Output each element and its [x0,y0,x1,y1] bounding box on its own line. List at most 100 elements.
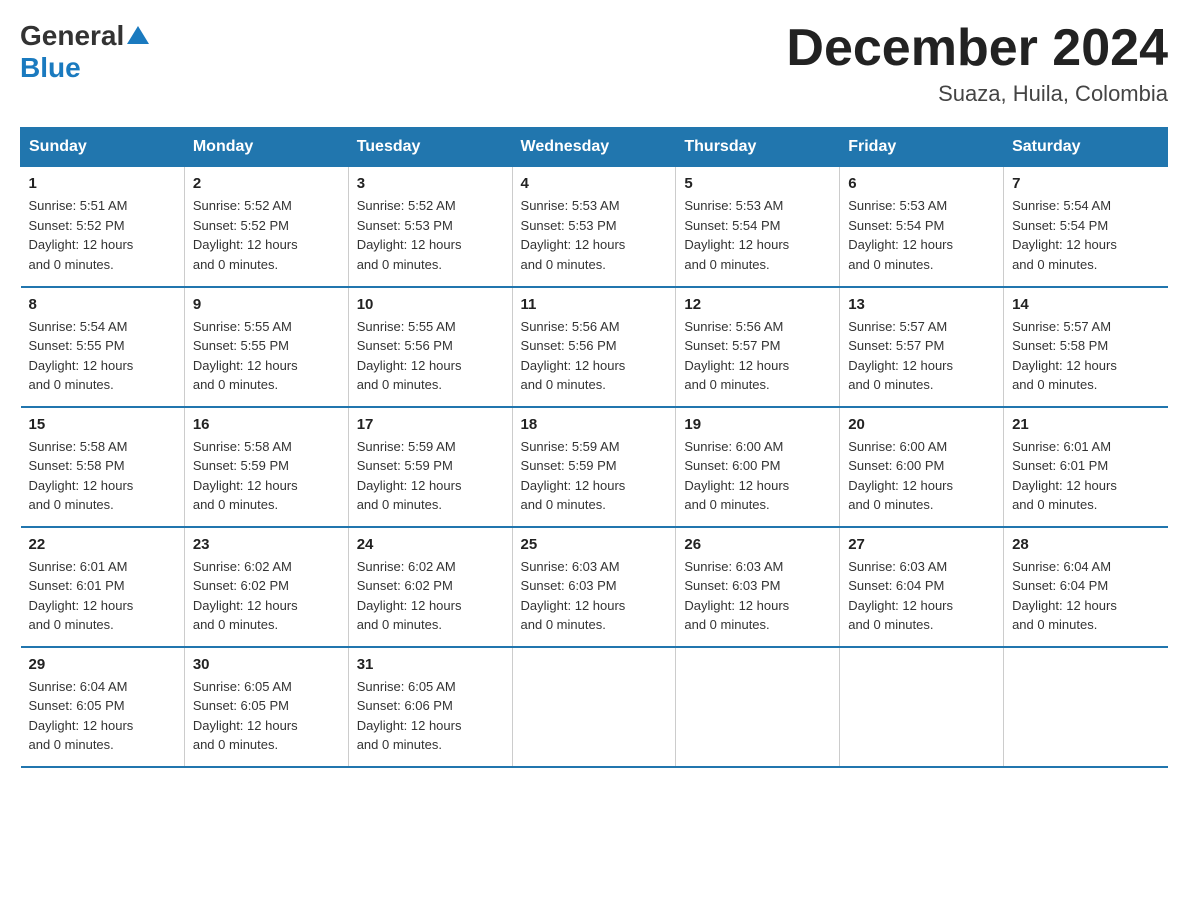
day-number: 8 [29,296,176,313]
location-subtitle: Suaza, Huila, Colombia [786,81,1168,107]
calendar-cell: 16Sunrise: 5:58 AMSunset: 5:59 PMDayligh… [184,407,348,527]
day-info: Sunrise: 6:05 AMSunset: 6:05 PMDaylight:… [193,677,340,755]
header-day-wednesday: Wednesday [512,128,676,167]
day-info: Sunrise: 5:58 AMSunset: 5:58 PMDaylight:… [29,437,176,515]
calendar-cell: 21 Sunrise: 6:01 AMSunset: 6:01 PMDayligh… [1004,407,1168,527]
day-number: 30 [193,656,340,673]
page-header: General Blue December 2024 Suaza, Huila,… [20,20,1168,107]
calendar-cell: 20 Sunrise: 6:00 AMSunset: 6:00 PMDayligh… [840,407,1004,527]
day-number: 24 [357,536,504,553]
day-info: Sunrise: 6:00 AMSunset: 6:00 PMDaylight:… [848,437,995,515]
calendar-header-row: SundayMondayTuesdayWednesdayThursdayFrid… [21,128,1168,167]
day-info: Sunrise: 5:58 AMSunset: 5:59 PMDaylight:… [193,437,340,515]
day-info: Sunrise: 6:01 AMSunset: 6:01 PMDaylight:… [29,557,176,635]
day-number: 9 [193,296,340,313]
day-number: 13 [848,296,995,313]
day-info: Sunrise: 6:04 AMSunset: 6:05 PMDaylight:… [29,677,176,755]
day-info: Sunrise: 5:51 AMSunset: 5:52 PMDaylight:… [29,196,176,274]
header-day-saturday: Saturday [1004,128,1168,167]
header-day-sunday: Sunday [21,128,185,167]
day-info: Sunrise: 5:55 AMSunset: 5:56 PMDaylight:… [357,317,504,395]
calendar-cell: 17 Sunrise: 5:59 AMSunset: 5:59 PMDayligh… [348,407,512,527]
logo-general-text: General [20,20,124,52]
day-info: Sunrise: 5:53 AMSunset: 5:54 PMDaylight:… [684,196,831,274]
header-day-tuesday: Tuesday [348,128,512,167]
day-number: 29 [29,656,176,673]
day-number: 22 [29,536,176,553]
day-info: Sunrise: 6:04 AMSunset: 6:04 PMDaylight:… [1012,557,1159,635]
day-info: Sunrise: 6:03 AMSunset: 6:04 PMDaylight:… [848,557,995,635]
calendar-cell: 9 Sunrise: 5:55 AMSunset: 5:55 PMDaylight… [184,287,348,407]
day-number: 6 [848,175,995,192]
month-title: December 2024 [786,20,1168,77]
day-number: 2 [193,175,340,192]
day-number: 19 [684,416,831,433]
calendar-cell: 8 Sunrise: 5:54 AMSunset: 5:55 PMDaylight… [21,287,185,407]
day-info: Sunrise: 6:02 AMSunset: 6:02 PMDaylight:… [357,557,504,635]
calendar-week-row: 1 Sunrise: 5:51 AMSunset: 5:52 PMDaylight… [21,167,1168,287]
calendar-week-row: 15Sunrise: 5:58 AMSunset: 5:58 PMDayligh… [21,407,1168,527]
logo: General Blue [20,20,149,84]
day-info: Sunrise: 5:52 AMSunset: 5:52 PMDaylight:… [193,196,340,274]
day-info: Sunrise: 6:03 AMSunset: 6:03 PMDaylight:… [684,557,831,635]
day-info: Sunrise: 5:57 AMSunset: 5:57 PMDaylight:… [848,317,995,395]
header-day-friday: Friday [840,128,1004,167]
calendar-cell: 19 Sunrise: 6:00 AMSunset: 6:00 PMDayligh… [676,407,840,527]
day-number: 23 [193,536,340,553]
calendar-cell: 6 Sunrise: 5:53 AMSunset: 5:54 PMDaylight… [840,167,1004,287]
day-info: Sunrise: 5:55 AMSunset: 5:55 PMDaylight:… [193,317,340,395]
day-info: Sunrise: 5:56 AMSunset: 5:56 PMDaylight:… [521,317,668,395]
day-number: 11 [521,296,668,313]
day-number: 31 [357,656,504,673]
calendar-cell: 10 Sunrise: 5:55 AMSunset: 5:56 PMDayligh… [348,287,512,407]
day-number: 17 [357,416,504,433]
day-number: 5 [684,175,831,192]
calendar-cell: 2 Sunrise: 5:52 AMSunset: 5:52 PMDaylight… [184,167,348,287]
calendar-week-row: 8 Sunrise: 5:54 AMSunset: 5:55 PMDaylight… [21,287,1168,407]
day-info: Sunrise: 5:59 AMSunset: 5:59 PMDaylight:… [521,437,668,515]
day-info: Sunrise: 5:53 AMSunset: 5:54 PMDaylight:… [848,196,995,274]
calendar-cell [676,647,840,767]
calendar-week-row: 22 Sunrise: 6:01 AMSunset: 6:01 PMDayligh… [21,527,1168,647]
day-info: Sunrise: 5:56 AMSunset: 5:57 PMDaylight:… [684,317,831,395]
day-number: 28 [1012,536,1159,553]
day-number: 7 [1012,175,1159,192]
day-number: 21 [1012,416,1159,433]
calendar-week-row: 29 Sunrise: 6:04 AMSunset: 6:05 PMDayligh… [21,647,1168,767]
calendar-cell: 31Sunrise: 6:05 AMSunset: 6:06 PMDayligh… [348,647,512,767]
title-section: December 2024 Suaza, Huila, Colombia [786,20,1168,107]
day-info: Sunrise: 5:59 AMSunset: 5:59 PMDaylight:… [357,437,504,515]
day-number: 3 [357,175,504,192]
day-number: 1 [29,175,176,192]
calendar-cell: 11 Sunrise: 5:56 AMSunset: 5:56 PMDayligh… [512,287,676,407]
calendar-cell: 30 Sunrise: 6:05 AMSunset: 6:05 PMDayligh… [184,647,348,767]
day-info: Sunrise: 6:02 AMSunset: 6:02 PMDaylight:… [193,557,340,635]
day-number: 12 [684,296,831,313]
calendar-cell [840,647,1004,767]
day-info: Sunrise: 5:53 AMSunset: 5:53 PMDaylight:… [521,196,668,274]
calendar-cell: 22 Sunrise: 6:01 AMSunset: 6:01 PMDayligh… [21,527,185,647]
calendar-cell: 12 Sunrise: 5:56 AMSunset: 5:57 PMDayligh… [676,287,840,407]
calendar-cell: 5 Sunrise: 5:53 AMSunset: 5:54 PMDaylight… [676,167,840,287]
calendar-cell: 14Sunrise: 5:57 AMSunset: 5:58 PMDayligh… [1004,287,1168,407]
calendar-cell: 26Sunrise: 6:03 AMSunset: 6:03 PMDayligh… [676,527,840,647]
calendar-cell [512,647,676,767]
day-info: Sunrise: 5:54 AMSunset: 5:55 PMDaylight:… [29,317,176,395]
calendar-cell: 4 Sunrise: 5:53 AMSunset: 5:53 PMDaylight… [512,167,676,287]
calendar-cell [1004,647,1168,767]
day-number: 10 [357,296,504,313]
calendar-cell: 25Sunrise: 6:03 AMSunset: 6:03 PMDayligh… [512,527,676,647]
header-day-monday: Monday [184,128,348,167]
calendar-cell: 13 Sunrise: 5:57 AMSunset: 5:57 PMDayligh… [840,287,1004,407]
day-number: 20 [848,416,995,433]
calendar-cell: 29 Sunrise: 6:04 AMSunset: 6:05 PMDayligh… [21,647,185,767]
day-number: 18 [521,416,668,433]
calendar-cell: 18 Sunrise: 5:59 AMSunset: 5:59 PMDayligh… [512,407,676,527]
day-number: 25 [521,536,668,553]
calendar-table: SundayMondayTuesdayWednesdayThursdayFrid… [20,127,1168,768]
calendar-cell: 1 Sunrise: 5:51 AMSunset: 5:52 PMDaylight… [21,167,185,287]
calendar-cell: 7Sunrise: 5:54 AMSunset: 5:54 PMDaylight… [1004,167,1168,287]
day-number: 4 [521,175,668,192]
day-info: Sunrise: 6:01 AMSunset: 6:01 PMDaylight:… [1012,437,1159,515]
day-info: Sunrise: 6:00 AMSunset: 6:00 PMDaylight:… [684,437,831,515]
